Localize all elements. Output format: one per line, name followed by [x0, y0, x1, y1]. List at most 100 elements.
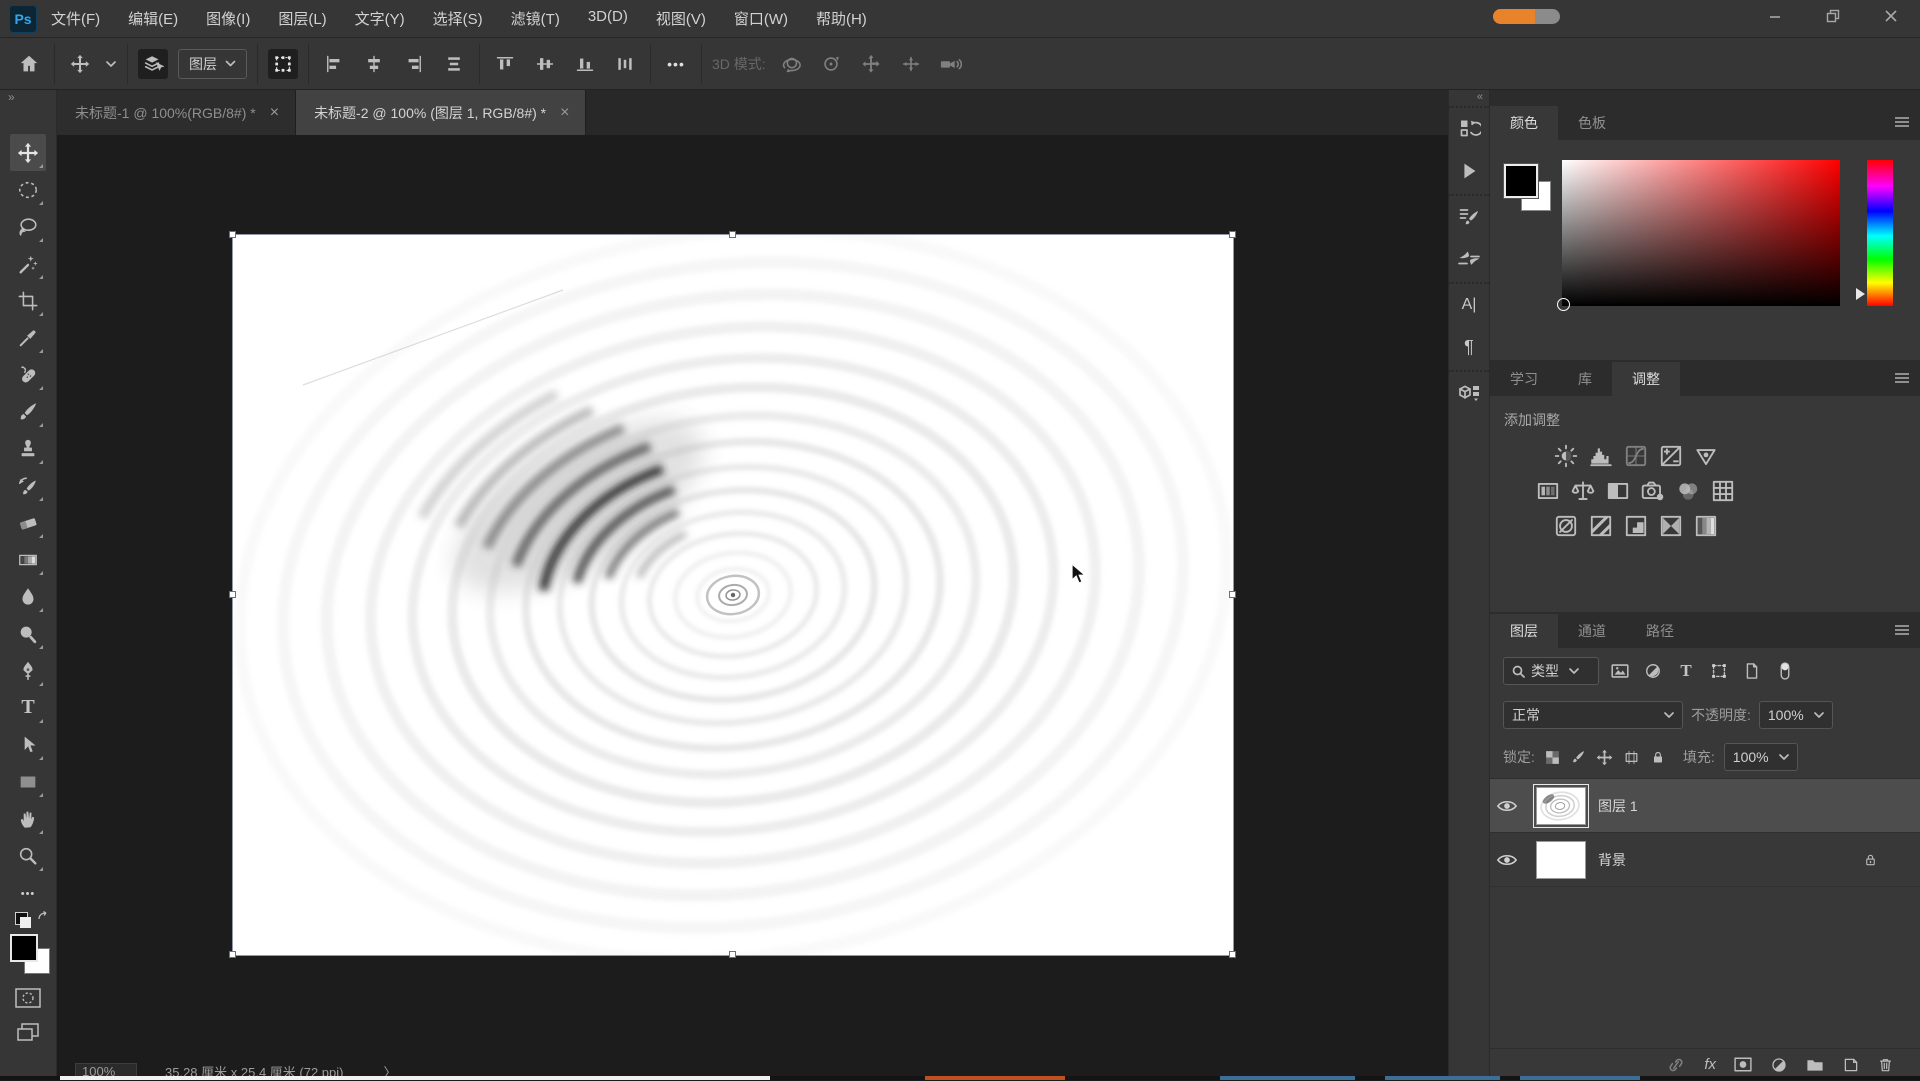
crop-tool[interactable]: [10, 282, 46, 319]
canvas-area[interactable]: [57, 135, 1448, 1062]
new-layer-icon[interactable]: [1842, 1056, 1860, 1074]
tab-swatches[interactable]: 色板: [1558, 106, 1626, 140]
default-swap-colors-icon[interactable]: [15, 910, 41, 928]
selective-color-icon[interactable]: [1692, 512, 1719, 539]
edit-toolbar-icon[interactable]: •••: [21, 888, 36, 900]
layer-row-layer1[interactable]: 图层 1: [1490, 779, 1920, 833]
align-left-icon[interactable]: [319, 49, 349, 79]
menu-edit[interactable]: 编辑(E): [128, 8, 178, 29]
clone-stamp-tool[interactable]: [10, 430, 46, 467]
menu-window[interactable]: 窗口(W): [734, 8, 788, 29]
channel-mixer-icon[interactable]: [1674, 477, 1701, 504]
color-panel-fg-bg[interactable]: [1504, 164, 1550, 210]
chevron-down-icon[interactable]: [105, 60, 117, 68]
align-top-icon[interactable]: [490, 49, 520, 79]
3d-roll-icon[interactable]: [816, 49, 846, 79]
photo-filter-icon[interactable]: [1639, 477, 1666, 504]
handle-top-left[interactable]: [229, 231, 236, 238]
handle-middle-left[interactable]: [229, 591, 236, 598]
visibility-eye-icon[interactable]: [1490, 799, 1524, 813]
color-balance-icon[interactable]: [1569, 477, 1596, 504]
filter-toggle-switch[interactable]: [1773, 659, 1797, 683]
eraser-tool[interactable]: [10, 504, 46, 541]
tab-color[interactable]: 颜色: [1490, 106, 1558, 140]
opacity-input[interactable]: 100%: [1759, 701, 1833, 729]
layer-style-fx-icon[interactable]: fx: [1704, 1056, 1716, 1073]
shape-layer-filter-icon[interactable]: [1707, 659, 1731, 683]
black-white-icon[interactable]: [1604, 477, 1631, 504]
handle-middle-right[interactable]: [1229, 591, 1236, 598]
link-layers-icon[interactable]: [1665, 1056, 1687, 1074]
foreground-color-swatch[interactable]: [10, 934, 38, 962]
pixel-layer-filter-icon[interactable]: [1608, 659, 1632, 683]
distribute-vertical-icon[interactable]: [439, 49, 469, 79]
menu-filter[interactable]: 滤镜(T): [511, 8, 560, 29]
hue-slider-pointer[interactable]: [1856, 288, 1865, 300]
elliptical-marquee-tool[interactable]: [10, 171, 46, 208]
move-tool[interactable]: [10, 134, 46, 171]
minimize-button[interactable]: [1746, 0, 1804, 32]
menu-type[interactable]: 文字(Y): [355, 8, 405, 29]
layer-name[interactable]: 背景: [1598, 850, 1626, 870]
handle-bottom-center[interactable]: [729, 951, 736, 958]
toolbar-collapse-icon[interactable]: »: [0, 90, 56, 106]
tab-layers[interactable]: 图层: [1490, 614, 1558, 648]
color-picker-ring[interactable]: [1557, 298, 1570, 311]
new-adjustment-icon[interactable]: [1770, 1056, 1788, 1074]
levels-icon[interactable]: [1587, 442, 1614, 469]
tab-learn[interactable]: 学习: [1490, 362, 1558, 396]
3d-slide-icon[interactable]: [896, 49, 926, 79]
smart-object-filter-icon[interactable]: [1740, 659, 1764, 683]
history-panel-icon[interactable]: [1454, 114, 1484, 144]
layer-filter-type-dropdown[interactable]: 类型: [1503, 657, 1599, 685]
adjustment-layer-filter-icon[interactable]: [1641, 659, 1665, 683]
layer-row-background[interactable]: 背景: [1490, 833, 1920, 887]
lock-position-icon[interactable]: [1596, 749, 1613, 766]
rectangle-tool[interactable]: [10, 763, 46, 800]
align-right-icon[interactable]: [399, 49, 429, 79]
menu-layer[interactable]: 图层(L): [278, 8, 326, 29]
type-tool[interactable]: T: [10, 689, 46, 726]
lock-pixels-icon[interactable]: [1570, 749, 1587, 766]
brushes-panel-icon[interactable]: [1454, 244, 1484, 274]
history-brush-tool[interactable]: [10, 467, 46, 504]
tab-channels[interactable]: 通道: [1558, 614, 1626, 648]
handle-bottom-left[interactable]: [229, 951, 236, 958]
document-image[interactable]: [233, 235, 1233, 955]
document-tab-1[interactable]: 未标题-1 @ 100%(RGB/8#) * ×: [57, 90, 296, 135]
panel-menu-icon[interactable]: [1894, 624, 1910, 636]
3d-camera-icon[interactable]: [936, 49, 966, 79]
exposure-icon[interactable]: [1657, 442, 1684, 469]
menu-image[interactable]: 图像(I): [206, 8, 250, 29]
type-layer-filter-icon[interactable]: T: [1674, 659, 1698, 683]
photoshop-logo[interactable]: Ps: [9, 5, 37, 33]
3d-pan-icon[interactable]: [856, 49, 886, 79]
lock-artboard-icon[interactable]: [1622, 749, 1641, 766]
eyedropper-tool[interactable]: [10, 319, 46, 356]
posterize-icon[interactable]: [1587, 512, 1614, 539]
vibrance-icon[interactable]: [1692, 442, 1719, 469]
layer-thumbnail[interactable]: [1536, 841, 1586, 879]
menu-file[interactable]: 文件(F): [51, 8, 100, 29]
tab-close-icon[interactable]: ×: [270, 104, 279, 122]
lock-transparent-icon[interactable]: [1544, 749, 1561, 766]
brightness-contrast-icon[interactable]: [1552, 442, 1579, 469]
handle-top-right[interactable]: [1229, 231, 1236, 238]
pen-tool[interactable]: [10, 652, 46, 689]
distribute-horizontal-icon[interactable]: [610, 49, 640, 79]
blur-tool[interactable]: [10, 578, 46, 615]
path-selection-tool[interactable]: [10, 726, 46, 763]
curves-icon[interactable]: [1622, 442, 1649, 469]
menu-view[interactable]: 视图(V): [656, 8, 706, 29]
new-group-icon[interactable]: [1805, 1057, 1825, 1073]
close-button[interactable]: [1862, 0, 1920, 32]
panel-menu-icon[interactable]: [1894, 116, 1910, 128]
hue-slider[interactable]: [1867, 160, 1893, 306]
saturation-brightness-field[interactable]: [1562, 160, 1840, 306]
align-bottom-icon[interactable]: [570, 49, 600, 79]
fill-input[interactable]: 100%: [1724, 743, 1798, 771]
more-options-icon[interactable]: •••: [661, 49, 691, 79]
panel-menu-icon[interactable]: [1894, 372, 1910, 384]
tab-paths[interactable]: 路径: [1626, 614, 1694, 648]
auto-select-icon[interactable]: [138, 49, 168, 79]
